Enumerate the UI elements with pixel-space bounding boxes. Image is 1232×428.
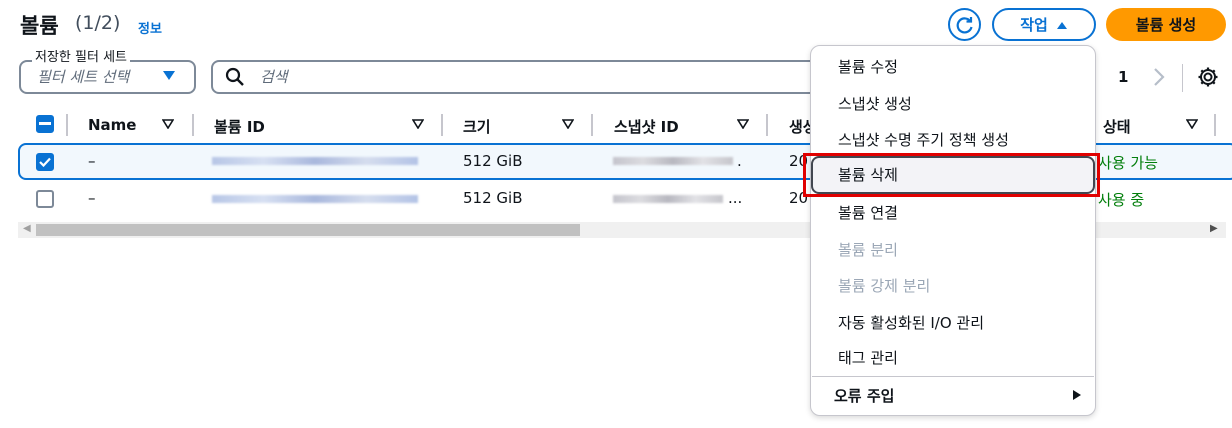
pager-divider (1182, 64, 1183, 92)
column-header-size[interactable]: 크기 (463, 116, 491, 137)
refresh-icon (956, 16, 973, 33)
selection-count: (1/2) (75, 12, 121, 34)
current-page-number[interactable]: 1 (1118, 68, 1128, 86)
column-separator (441, 114, 443, 136)
snapshot-id-redacted (613, 157, 733, 165)
create-volume-button[interactable]: 볼륨 생성 (1106, 8, 1226, 41)
column-header-status[interactable]: 상태 (1103, 116, 1131, 137)
menu-divider (812, 376, 1094, 377)
search-placeholder: 검색 (260, 68, 288, 86)
row-snapshot-suffix: . (737, 152, 742, 170)
caret-down-icon (163, 71, 175, 80)
column-separator (66, 114, 68, 136)
volume-id-redacted (212, 195, 418, 203)
column-separator (1214, 114, 1216, 136)
menu-item-manage-tags[interactable]: 태그 관리 (838, 347, 898, 368)
menu-item-modify-volume[interactable]: 볼륨 수정 (838, 56, 898, 77)
menu-item-create-snapshot[interactable]: 스냅샷 생성 (838, 93, 912, 114)
refresh-button[interactable] (948, 8, 981, 41)
column-header-snapshot-id[interactable]: 스냅샷 ID (614, 116, 679, 137)
volume-id-redacted (212, 157, 418, 165)
submenu-arrow-icon (1073, 390, 1081, 400)
menu-item-delete-volume[interactable]: 볼륨 삭제 (838, 164, 898, 185)
column-separator (766, 114, 768, 136)
indeterminate-icon (39, 122, 51, 125)
scroll-left-arrow-icon[interactable]: ◀ (23, 223, 31, 234)
sort-icon[interactable] (737, 119, 749, 129)
row-size: 512 GiB (463, 189, 523, 207)
row-status: 사용 가능 (1098, 154, 1158, 172)
checkmark-icon (39, 157, 51, 167)
sort-icon[interactable] (1186, 119, 1198, 129)
actions-label: 작업 (1020, 16, 1048, 34)
saved-filter-set-legend: 저장한 필터 세트 (32, 46, 130, 65)
scroll-right-arrow-icon[interactable]: ▶ (1210, 223, 1218, 234)
horizontal-scrollbar-thumb[interactable] (36, 224, 580, 236)
row-name: – (88, 152, 96, 170)
menu-item-attach-volume[interactable]: 볼륨 연결 (838, 202, 898, 223)
sort-icon[interactable] (412, 119, 424, 129)
info-link[interactable]: 정보 (138, 18, 162, 37)
row-snapshot-suffix: ... (728, 189, 743, 207)
row-name: – (88, 189, 96, 207)
menu-item-detach-volume: 볼륨 분리 (838, 241, 898, 259)
column-separator (192, 114, 194, 136)
column-header-volume-id[interactable]: 볼륨 ID (214, 116, 265, 137)
menu-item-force-detach-volume: 볼륨 강제 분리 (838, 277, 931, 295)
actions-button[interactable]: 작업 (992, 8, 1096, 41)
next-page-button[interactable] (1153, 67, 1165, 92)
row-size: 512 GiB (463, 152, 523, 170)
snapshot-id-redacted (613, 195, 723, 203)
column-header-name[interactable]: Name (88, 116, 136, 134)
settings-icon[interactable] (1197, 66, 1219, 88)
row-status: 사용 중 (1098, 191, 1145, 209)
row-checkbox[interactable] (36, 190, 54, 208)
chevron-right-icon (1154, 68, 1165, 86)
menu-item-create-snapshot-lifecycle-policy[interactable]: 스냅샷 수명 주기 정책 생성 (838, 129, 1009, 150)
menu-item-fault-injection[interactable]: 오류 주입 (834, 385, 894, 406)
row-checkbox[interactable] (36, 153, 54, 171)
search-icon (225, 67, 244, 86)
caret-up-icon (1056, 21, 1067, 29)
page-title: 볼륨 (20, 14, 59, 38)
saved-filter-set-placeholder: 필터 세트 선택 (37, 68, 130, 86)
sort-icon[interactable] (562, 119, 574, 129)
column-separator (591, 114, 593, 136)
menu-item-manage-auto-enabled-io[interactable]: 자동 활성화된 I/O 관리 (838, 312, 984, 333)
search-input[interactable] (211, 60, 831, 94)
select-all-checkbox[interactable] (36, 115, 54, 133)
sort-icon[interactable] (162, 119, 174, 129)
